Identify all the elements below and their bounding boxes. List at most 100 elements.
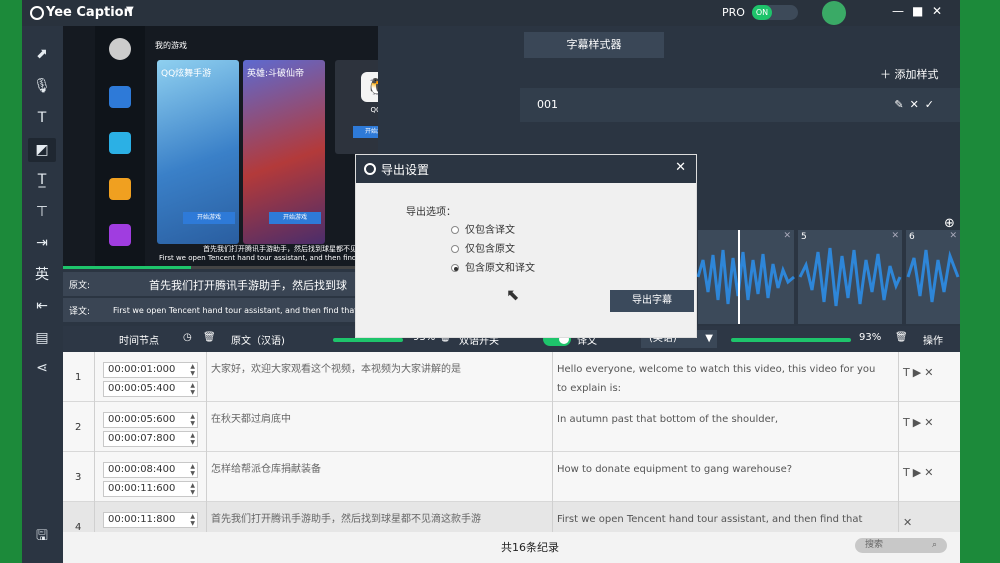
search-placeholder: 搜索 <box>865 540 884 550</box>
end-time-input[interactable]: 00:00:11:600 ▲ ▼ <box>103 481 198 497</box>
spinner-icon[interactable]: ▲ ▼ <box>190 382 195 396</box>
layers-icon[interactable]: ◩ <box>28 138 56 162</box>
add-style-button[interactable]: ＋ 添加样式 <box>880 66 939 82</box>
spinner-icon[interactable]: ▲ ▼ <box>190 482 195 496</box>
delete-row-icon[interactable]: ✕ <box>924 416 936 429</box>
play-icon[interactable]: ▶ <box>913 366 924 379</box>
table-row[interactable]: 4 00:00:11:800 ▲ ▼ 首先我们打开腾讯手游助手，然后找到球星都不见滴… <box>63 502 960 532</box>
check-icon[interactable]: ✓ <box>925 98 940 111</box>
spinner-icon[interactable]: ▲ ▼ <box>190 363 195 377</box>
search-icon[interactable]: ⌕ <box>932 538 937 553</box>
text-style-icon[interactable]: T <box>903 416 913 429</box>
import-text-icon[interactable]: ⇥ <box>28 231 56 255</box>
share-icon[interactable]: ⋖ <box>28 356 56 380</box>
maximize-icon[interactable]: ■ <box>912 4 923 18</box>
spinner-icon[interactable]: ▲ ▼ <box>190 513 195 527</box>
video-qq-card: 🐧 QQ 开始游戏 <box>335 60 378 154</box>
edit-icon[interactable]: ✎ <box>894 98 909 111</box>
play-icon[interactable]: ▶ <box>913 416 924 429</box>
translation-cell[interactable]: In autumn past that bottom of the should… <box>557 410 877 429</box>
option-label: 仅包含译文 <box>465 225 515 236</box>
delete-row-icon[interactable]: ✕ <box>924 466 936 479</box>
play-icon[interactable]: ▶ <box>913 466 924 479</box>
tab-subtitle-style[interactable]: 字幕样式器 <box>524 32 664 58</box>
text-icon[interactable]: T <box>28 106 56 130</box>
delete-icon[interactable]: ✕ <box>910 98 925 111</box>
end-time: 00:00:07:800 <box>108 433 176 444</box>
radio-selected-icon[interactable] <box>451 264 459 272</box>
dialog-title: 导出设置 <box>381 163 430 177</box>
video-subtitle-cn: 首先我们打开腾讯手游助手，然后找到球星都不见滚这款手游 <box>203 245 378 253</box>
text-style-icon[interactable]: T <box>903 466 913 479</box>
spinner-icon[interactable]: ▲ ▼ <box>190 413 195 427</box>
translation-text[interactable]: First we open Tencent hand tour assistan… <box>113 306 368 315</box>
mic-icon[interactable]: 🎙 <box>28 74 56 98</box>
end-time-input[interactable]: 00:00:07:800 ▲ ▼ <box>103 431 198 447</box>
export-subtitles-button[interactable]: 导出字幕 <box>610 290 694 312</box>
user-avatar[interactable] <box>822 1 846 25</box>
video-progress[interactable] <box>63 266 378 269</box>
text-style-icon[interactable]: T <box>903 366 913 379</box>
qq-label: QQ <box>370 106 378 114</box>
style-actions: ✎✕✓ <box>894 98 940 111</box>
start-time-input[interactable]: 00:00:11:800 ▲ ▼ <box>103 512 198 528</box>
source-text[interactable]: 首先我们打开腾讯手游助手，然后找到球 <box>149 277 347 293</box>
subtitle-table: 1 00:00:01:000 ▲ ▼ 00:00:05:400 ▲ ▼ 大家好，欢迎大家… <box>63 352 960 532</box>
option-source-only[interactable]: 仅包含原文 <box>451 240 515 255</box>
option-both[interactable]: 包含原文和译文 <box>451 259 535 274</box>
source-cell[interactable]: 在秋天都过肩底中 <box>211 410 291 425</box>
pro-toggle[interactable]: ON <box>752 5 798 20</box>
qq-penguin-icon: 🐧 <box>361 72 378 102</box>
option-translation-only[interactable]: 仅包含译文 <box>451 221 515 236</box>
translation-cell[interactable]: Hello everyone, welcome to watch this vi… <box>557 360 877 398</box>
zoom-in-icon[interactable]: ⊕ <box>944 216 955 231</box>
column-divider <box>94 352 95 532</box>
video-subtitle-en: First we open Tencent hand tour assistan… <box>159 254 378 262</box>
clock-icon[interactable]: ◷ <box>183 332 192 343</box>
video-app-sidebar <box>95 26 145 269</box>
source-cell[interactable]: 怎样给帮派仓库捐献装备 <box>211 460 321 475</box>
spinner-icon[interactable]: ▲ ▼ <box>190 463 195 477</box>
video-header: 我的游戏 <box>155 41 187 50</box>
source-cell[interactable]: 大家好，欢迎大家观看这个视频，本视频为大家讲解的是 <box>211 360 461 375</box>
delete-row-icon[interactable]: ✕ <box>903 516 915 529</box>
end-time-input[interactable]: 00:00:05:400 ▲ ▼ <box>103 381 198 397</box>
card-title: QQ炫舞手游 <box>161 69 212 79</box>
start-time-input[interactable]: 00:00:01:000 ▲ ▼ <box>103 362 198 378</box>
table-row[interactable]: 3 00:00:08:400 ▲ ▼ 00:00:11:600 ▲ ▼ 怎样给帮派仓库捐… <box>63 452 960 502</box>
pro-toggle-knob: ON <box>752 5 772 20</box>
save-icon[interactable]: 🖫 <box>28 524 56 548</box>
table-row[interactable]: 2 00:00:05:600 ▲ ▼ 00:00:07:800 ▲ ▼ 在秋天都过肩底中… <box>63 402 960 452</box>
table-row[interactable]: 1 00:00:01:000 ▲ ▼ 00:00:05:400 ▲ ▼ 大家好，欢迎大家… <box>63 352 960 402</box>
close-window-icon[interactable]: ✕ <box>932 4 942 18</box>
search-input[interactable]: 搜索 ⌕ <box>855 538 947 553</box>
radio-icon[interactable] <box>451 226 459 234</box>
app-menu-caret-icon[interactable]: ▼ <box>126 5 134 16</box>
export-text-icon[interactable]: ⇤ <box>28 294 56 318</box>
start-time-input[interactable]: 00:00:08:400 ▲ ▼ <box>103 462 198 478</box>
video-card-2: 英雄:斗破仙帝 开始游戏 <box>243 60 325 244</box>
translation-cell[interactable]: First we open Tencent hand tour assistan… <box>557 510 877 532</box>
text-box-icon[interactable]: ⊤ <box>28 200 56 224</box>
spinner-icon[interactable]: ▲ ▼ <box>190 432 195 446</box>
cursor-icon[interactable]: ⬈ <box>28 42 56 66</box>
source-subtitle-bar: 原文: 首先我们打开腾讯手游助手，然后找到球 <box>63 272 378 296</box>
translation-cell[interactable]: How to donate equipment to gang warehous… <box>557 460 877 479</box>
source-cell[interactable]: 首先我们打开腾讯手游助手，然后找到球星都不见滴这款手游 <box>211 510 481 525</box>
minimize-icon[interactable]: — <box>892 4 904 18</box>
start-time-input[interactable]: 00:00:05:600 ▲ ▼ <box>103 412 198 428</box>
film-icon[interactable]: ▤ <box>28 326 56 350</box>
trash-icon[interactable]: 🗑 <box>203 332 216 343</box>
delete-row-icon[interactable]: ✕ <box>924 366 936 379</box>
voice-text-icon[interactable]: T̲ <box>28 168 56 192</box>
playhead[interactable] <box>738 230 740 324</box>
radio-icon[interactable] <box>451 245 459 253</box>
video-preview[interactable]: 我的游戏 QQ炫舞手游 开始游戏 英雄:斗破仙帝 开始游戏 🐧 QQ 开始游戏 … <box>63 26 378 269</box>
translate-icon[interactable]: 英 <box>28 263 56 287</box>
row-actions: T▶✕ <box>903 466 936 479</box>
dialog-close-icon[interactable]: ✕ <box>675 160 686 175</box>
record-count: 共16条纪录 <box>501 541 559 554</box>
translation-trash-icon[interactable]: 🗑 <box>895 332 908 343</box>
style-row[interactable]: 001 ✎✕✓ <box>520 88 960 122</box>
header-time: 时间节点 <box>119 336 159 347</box>
